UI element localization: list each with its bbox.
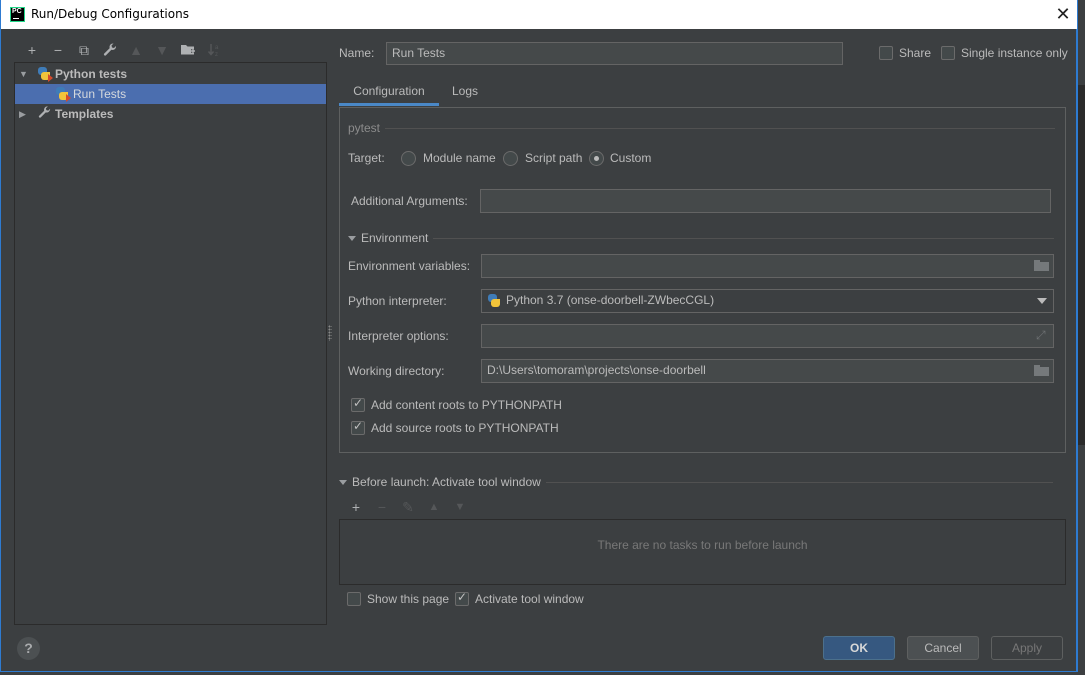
share-checkbox[interactable] bbox=[879, 46, 893, 60]
title-bar: PC Run/Debug Configurations ✕ bbox=[1, 0, 1078, 29]
python-interpreter-select[interactable]: Python 3.7 (onse-doorbell-ZWbecCGL) bbox=[481, 289, 1054, 313]
target-module-name-radio[interactable] bbox=[401, 151, 416, 166]
tab-configuration[interactable]: Configuration bbox=[339, 80, 439, 106]
tree-item-python-tests[interactable]: ▼ Python tests bbox=[15, 64, 326, 84]
help-button[interactable]: ? bbox=[17, 637, 40, 660]
source-roots-label: Add source roots to PYTHONPATH bbox=[371, 421, 559, 435]
chevron-down-icon[interactable] bbox=[1037, 298, 1047, 304]
add-task-icon[interactable]: + bbox=[343, 498, 369, 516]
python-icon bbox=[487, 294, 501, 308]
tree-item-label: Run Tests bbox=[73, 87, 127, 101]
before-launch-toggle[interactable]: Before launch: Activate tool window bbox=[339, 475, 541, 489]
section-divider bbox=[433, 238, 1054, 239]
empty-tasks-text: There are no tasks to run before launch bbox=[597, 538, 808, 552]
content-roots-label: Add content roots to PYTHONPATH bbox=[371, 398, 562, 412]
wrench-icon bbox=[37, 106, 51, 122]
additional-arguments-label: Additional Arguments: bbox=[351, 194, 468, 208]
before-launch-task-list[interactable]: There are no tasks to run before launch bbox=[339, 519, 1066, 585]
target-script-path-radio[interactable] bbox=[503, 151, 518, 166]
target-custom-radio[interactable] bbox=[589, 151, 604, 166]
name-label: Name: bbox=[339, 46, 374, 60]
remove-task-icon[interactable]: − bbox=[369, 498, 395, 516]
ok-button[interactable]: OK bbox=[823, 636, 895, 660]
apply-button[interactable]: Apply bbox=[991, 636, 1063, 660]
python-tests-icon bbox=[37, 67, 53, 82]
remove-icon[interactable]: − bbox=[45, 40, 71, 60]
python-interpreter-label: Python interpreter: bbox=[348, 294, 447, 308]
pytest-section-title: pytest bbox=[348, 121, 381, 135]
name-label-text: Name: bbox=[339, 46, 375, 60]
working-directory-label: Working directory: bbox=[348, 364, 445, 378]
target-script-path-label: Script path bbox=[525, 151, 583, 165]
tree-item-label: Python tests bbox=[55, 67, 128, 81]
name-input[interactable]: Run Tests bbox=[386, 42, 843, 65]
move-up-icon[interactable]: ▲ bbox=[123, 40, 149, 60]
show-page-checkbox[interactable] bbox=[347, 592, 361, 606]
copy-icon[interactable]: ⧉ bbox=[71, 40, 97, 60]
move-task-down-icon[interactable]: ▼ bbox=[447, 498, 473, 516]
tab-logs[interactable]: Logs bbox=[444, 80, 486, 106]
section-divider bbox=[385, 128, 1055, 129]
collapse-triangle-icon bbox=[339, 480, 347, 486]
environment-variables-label: Environment variables: bbox=[348, 259, 471, 273]
run-debug-dialog: PC Run/Debug Configurations ✕ + − ⧉ ▲ ▼ … bbox=[0, 0, 1078, 672]
target-label: Target: bbox=[348, 151, 385, 165]
close-icon[interactable]: ✕ bbox=[1053, 4, 1073, 24]
config-toolbar: + − ⧉ ▲ ▼ az bbox=[19, 40, 227, 60]
target-custom-label: Custom bbox=[610, 151, 652, 165]
single-instance-checkbox[interactable] bbox=[941, 46, 955, 60]
environment-section-toggle[interactable]: Environment bbox=[348, 231, 428, 245]
single-instance-label: Single instance only bbox=[961, 46, 1068, 60]
activate-tool-window-checkbox[interactable] bbox=[455, 590, 469, 606]
source-roots-checkbox[interactable] bbox=[351, 419, 365, 435]
section-divider bbox=[546, 482, 1053, 483]
wrench-icon[interactable] bbox=[97, 40, 123, 60]
new-folder-icon[interactable] bbox=[175, 40, 201, 60]
move-task-up-icon[interactable]: ▲ bbox=[421, 498, 447, 516]
target-module-name-label: Module name bbox=[423, 151, 496, 165]
browse-folder-icon[interactable] bbox=[1034, 365, 1050, 377]
interpreter-options-input[interactable] bbox=[481, 324, 1054, 348]
move-down-icon[interactable]: ▼ bbox=[149, 40, 175, 60]
tree-item-templates[interactable]: ▶ Templates bbox=[15, 104, 326, 124]
working-directory-input[interactable]: D:\Users\tomoram\projects\onse-doorbell bbox=[481, 359, 1054, 383]
before-launch-toolbar: + − ✎ ▲ ▼ bbox=[343, 498, 473, 516]
before-launch-title: Before launch: Activate tool window bbox=[352, 475, 541, 489]
splitter-handle[interactable] bbox=[328, 325, 332, 341]
additional-arguments-input[interactable] bbox=[480, 189, 1051, 213]
pycharm-app-icon: PC bbox=[10, 7, 25, 22]
collapse-triangle-icon bbox=[348, 236, 356, 242]
python-tests-icon bbox=[55, 87, 71, 102]
share-label: Share bbox=[899, 46, 932, 60]
browse-folder-icon[interactable] bbox=[1034, 260, 1050, 272]
tree-item-label: Templates bbox=[55, 107, 114, 121]
config-tree: ▼ Python tests Run Tests ▶ Templates bbox=[14, 62, 327, 625]
show-page-label: Show this page bbox=[367, 592, 450, 606]
tree-item-run-tests[interactable]: Run Tests bbox=[15, 84, 326, 104]
background-ide-edge bbox=[1077, 0, 1085, 675]
environment-variables-input[interactable] bbox=[481, 254, 1054, 278]
expand-arrow-icon[interactable]: ▼ bbox=[19, 69, 29, 79]
svg-text:z: z bbox=[215, 52, 218, 57]
window-title: Run/Debug Configurations bbox=[31, 7, 189, 21]
edit-task-icon[interactable]: ✎ bbox=[395, 498, 421, 516]
sort-icon[interactable]: az bbox=[201, 40, 227, 60]
environment-section-title: Environment bbox=[361, 231, 429, 245]
add-icon[interactable]: + bbox=[19, 40, 45, 60]
expand-icon[interactable]: ⤢ bbox=[1036, 328, 1046, 343]
collapse-arrow-icon[interactable]: ▶ bbox=[19, 109, 29, 120]
content-roots-checkbox[interactable] bbox=[351, 396, 365, 412]
activate-tool-window-label: Activate tool window bbox=[475, 592, 584, 606]
cancel-button[interactable]: Cancel bbox=[907, 636, 979, 660]
svg-text:a: a bbox=[215, 45, 219, 51]
interpreter-options-label: Interpreter options: bbox=[348, 329, 449, 343]
